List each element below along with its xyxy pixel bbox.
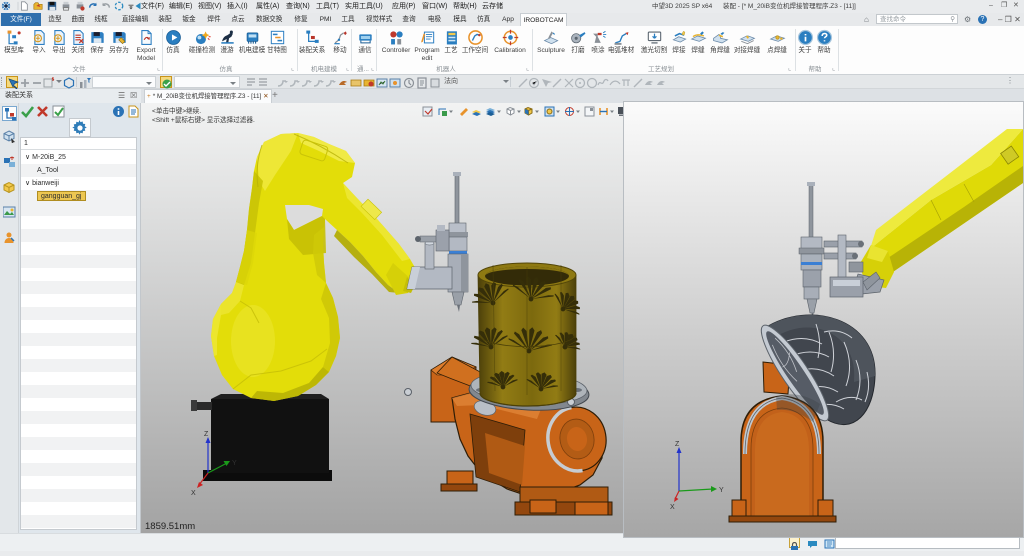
- svg-text:<Shift +鼠标右键> 显示选择过滤器.: <Shift +鼠标右键> 显示选择过滤器.: [152, 115, 255, 124]
- svg-text:X: X: [670, 504, 675, 511]
- svg-text:Z: Z: [675, 441, 680, 448]
- svg-text:Y: Y: [719, 487, 724, 494]
- svg-text:X: X: [191, 490, 196, 497]
- svg-text:1859.51mm: 1859.51mm: [145, 521, 195, 532]
- svg-text:<单击中键>继续.: <单击中键>继续.: [152, 106, 201, 115]
- svg-text:Y: Y: [232, 460, 237, 467]
- svg-text:Z: Z: [204, 431, 209, 438]
